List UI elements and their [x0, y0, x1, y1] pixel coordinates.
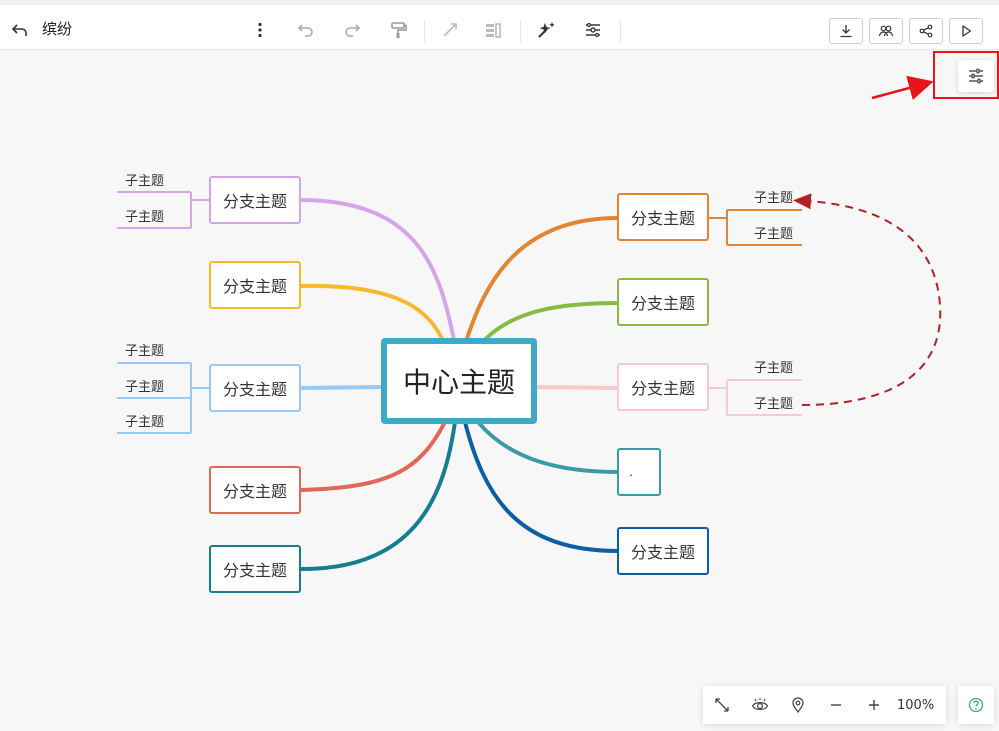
branch-connector: [463, 216, 619, 346]
eye-icon: [751, 698, 769, 710]
annotation-arrow: [871, 75, 934, 100]
locate-button[interactable]: [779, 686, 817, 724]
zoom-level: 100%: [897, 697, 935, 713]
subtopic[interactable]: 子主题: [754, 227, 793, 243]
branch-topic[interactable]: 分支主题: [209, 364, 301, 412]
download-icon: [840, 25, 852, 38]
ai-magic-icon[interactable]: [532, 16, 560, 44]
subtopic[interactable]: 子主题: [125, 210, 164, 226]
subtopic[interactable]: 子主题: [754, 397, 793, 413]
zoom-in-button[interactable]: [855, 686, 893, 724]
play-icon: [962, 25, 972, 37]
top-toolbar: 缤纷: [0, 0, 999, 50]
branch-connector: [299, 385, 386, 390]
branch-topic[interactable]: 分支主题: [617, 527, 709, 575]
share-icon: [919, 24, 933, 38]
subtopic[interactable]: 子主题: [125, 415, 164, 431]
structure-icon[interactable]: [579, 16, 607, 44]
document-title[interactable]: 缤纷: [42, 17, 72, 41]
more-vertical-icon[interactable]: [246, 16, 274, 44]
present-button[interactable]: [949, 18, 983, 44]
central-topic[interactable]: 中心主题: [381, 338, 537, 424]
mindmap-canvas[interactable]: 中心主题 分支主题 分支主题 分支主题 分支主题 分支主题 分支主题 分支主题 …: [0, 50, 999, 731]
collaborate-button[interactable]: [869, 18, 903, 44]
subtopic[interactable]: 子主题: [754, 191, 793, 207]
toolbar-divider: [424, 20, 425, 42]
annotation-highlight-box: [933, 51, 999, 99]
back-icon[interactable]: [6, 16, 34, 44]
expand-icon: [715, 698, 729, 712]
branch-topic[interactable]: 分支主题: [617, 193, 709, 241]
undo-icon[interactable]: [292, 16, 320, 44]
format-painter-icon[interactable]: [384, 16, 412, 44]
location-pin-icon: [792, 697, 804, 713]
branch-connector: [463, 421, 619, 553]
branch-connector: [299, 283, 447, 346]
branch-topic[interactable]: 分支主题: [617, 278, 709, 326]
branch-topic[interactable]: 分支主题: [209, 466, 301, 514]
branch-topic[interactable]: 分支主题: [209, 261, 301, 309]
branch-connector: [476, 420, 619, 474]
help-button[interactable]: [958, 686, 994, 724]
download-button[interactable]: [829, 18, 863, 44]
branch-topic[interactable]: 分支主题: [617, 363, 709, 411]
toolbar-divider: [620, 20, 621, 42]
zoom-toolbar: 100%: [703, 686, 946, 724]
subtopic[interactable]: 子主题: [125, 380, 164, 396]
fit-view-button[interactable]: [703, 686, 741, 724]
summary-icon[interactable]: [479, 16, 507, 44]
plus-icon: [869, 700, 879, 710]
share-button[interactable]: [909, 18, 943, 44]
redo-icon[interactable]: [338, 16, 366, 44]
zoom-out-button[interactable]: [817, 686, 855, 724]
branch-topic[interactable]: .: [617, 448, 661, 496]
minus-icon: [831, 704, 841, 706]
toolbar-divider: [520, 20, 521, 42]
subtopic[interactable]: 子主题: [125, 344, 164, 360]
branch-connector: [535, 385, 619, 390]
preview-button[interactable]: [741, 686, 779, 724]
relation-line-icon[interactable]: [436, 16, 464, 44]
users-icon: [878, 25, 894, 37]
relation-arrow[interactable]: [793, 193, 942, 406]
branch-topic[interactable]: 分支主题: [209, 545, 301, 593]
help-icon: [968, 697, 984, 713]
branch-topic[interactable]: 分支主题: [209, 176, 301, 224]
subtopic[interactable]: 子主题: [125, 174, 164, 190]
branch-connector: [299, 421, 447, 492]
subtopic[interactable]: 子主题: [754, 361, 793, 377]
